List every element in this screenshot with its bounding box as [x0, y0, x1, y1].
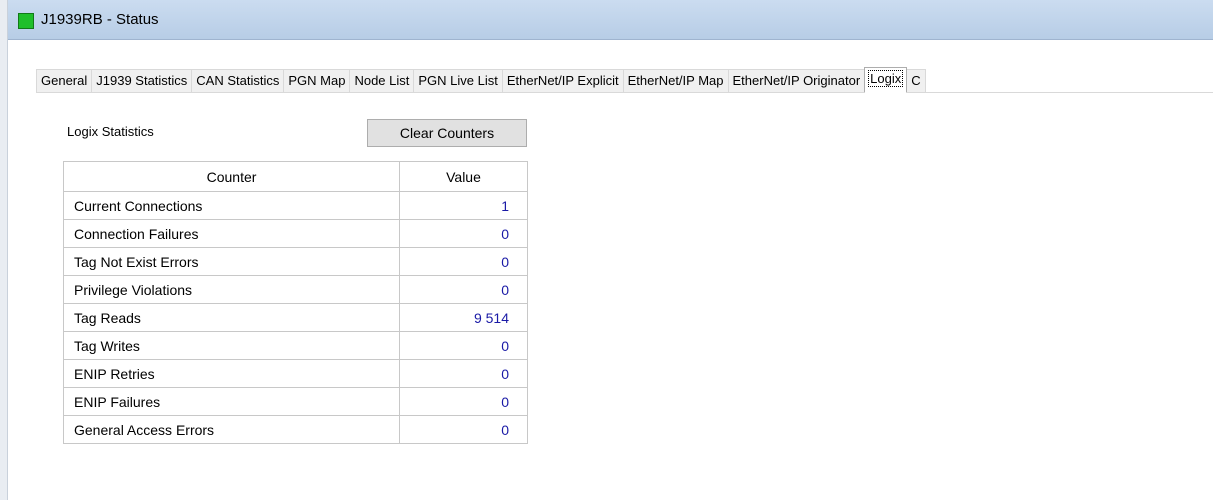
counter-name: ENIP Retries — [63, 359, 400, 388]
window-titlebar: J1939RB - Status — [8, 0, 1213, 40]
table-header-row: Counter Value — [63, 161, 528, 192]
tab-ethernetip-explicit[interactable]: EtherNet/IP Explicit — [501, 69, 624, 93]
counter-value: 1 — [399, 191, 528, 220]
table-row[interactable]: Tag Reads 9 514 — [63, 303, 528, 332]
tab-ethernetip-map[interactable]: EtherNet/IP Map — [622, 69, 729, 93]
table-row[interactable]: General Access Errors 0 — [63, 415, 528, 444]
tab-pgn-live-list[interactable]: PGN Live List — [413, 69, 503, 93]
table-row[interactable]: Privilege Violations 0 — [63, 275, 528, 304]
left-frame-strip — [0, 0, 8, 500]
counter-value: 0 — [399, 247, 528, 276]
tab-logix[interactable]: Logix — [864, 67, 908, 93]
logix-statistics-label: Logix Statistics — [67, 124, 154, 139]
table-row[interactable]: ENIP Retries 0 — [63, 359, 528, 388]
green-status-square-icon — [18, 13, 34, 29]
counter-value: 0 — [399, 275, 528, 304]
counter-name: Connection Failures — [63, 219, 400, 248]
tab-j1939-statistics[interactable]: J1939 Statistics — [91, 69, 193, 93]
counter-name: ENIP Failures — [63, 387, 400, 416]
column-header-counter[interactable]: Counter — [63, 161, 400, 192]
counter-name: Tag Writes — [63, 331, 400, 360]
tab-can-statistics[interactable]: CAN Statistics — [191, 69, 285, 93]
table-row[interactable]: Tag Not Exist Errors 0 — [63, 247, 528, 276]
clear-counters-button[interactable]: Clear Counters — [367, 119, 527, 147]
counter-name: Privilege Violations — [63, 275, 400, 304]
counter-name: Tag Reads — [63, 303, 400, 332]
counter-value: 0 — [399, 359, 528, 388]
tab-ethernetip-originator[interactable]: EtherNet/IP Originator — [727, 69, 866, 93]
counter-name: Current Connections — [63, 191, 400, 220]
tab-pgn-map[interactable]: PGN Map — [283, 69, 351, 93]
counter-value: 0 — [399, 387, 528, 416]
table-row[interactable]: Connection Failures 0 — [63, 219, 528, 248]
counter-value: 0 — [399, 331, 528, 360]
tab-strip: General J1939 Statistics CAN Statistics … — [36, 67, 926, 93]
tab-general[interactable]: General — [36, 69, 93, 93]
counter-name: Tag Not Exist Errors — [63, 247, 400, 276]
window-title: J1939RB - Status — [41, 11, 159, 28]
table-row[interactable]: Current Connections 1 — [63, 191, 528, 220]
table-row[interactable]: Tag Writes 0 — [63, 331, 528, 360]
table-row[interactable]: ENIP Failures 0 — [63, 387, 528, 416]
counter-value: 0 — [399, 415, 528, 444]
column-header-value[interactable]: Value — [399, 161, 528, 192]
counter-value: 9 514 — [399, 303, 528, 332]
counter-name: General Access Errors — [63, 415, 400, 444]
tab-panel-border — [36, 92, 1213, 93]
logix-statistics-table: Counter Value Current Connections 1 Conn… — [63, 161, 528, 444]
counter-value: 0 — [399, 219, 528, 248]
tab-overflow-c[interactable]: C — [906, 69, 926, 93]
tab-node-list[interactable]: Node List — [349, 69, 415, 93]
